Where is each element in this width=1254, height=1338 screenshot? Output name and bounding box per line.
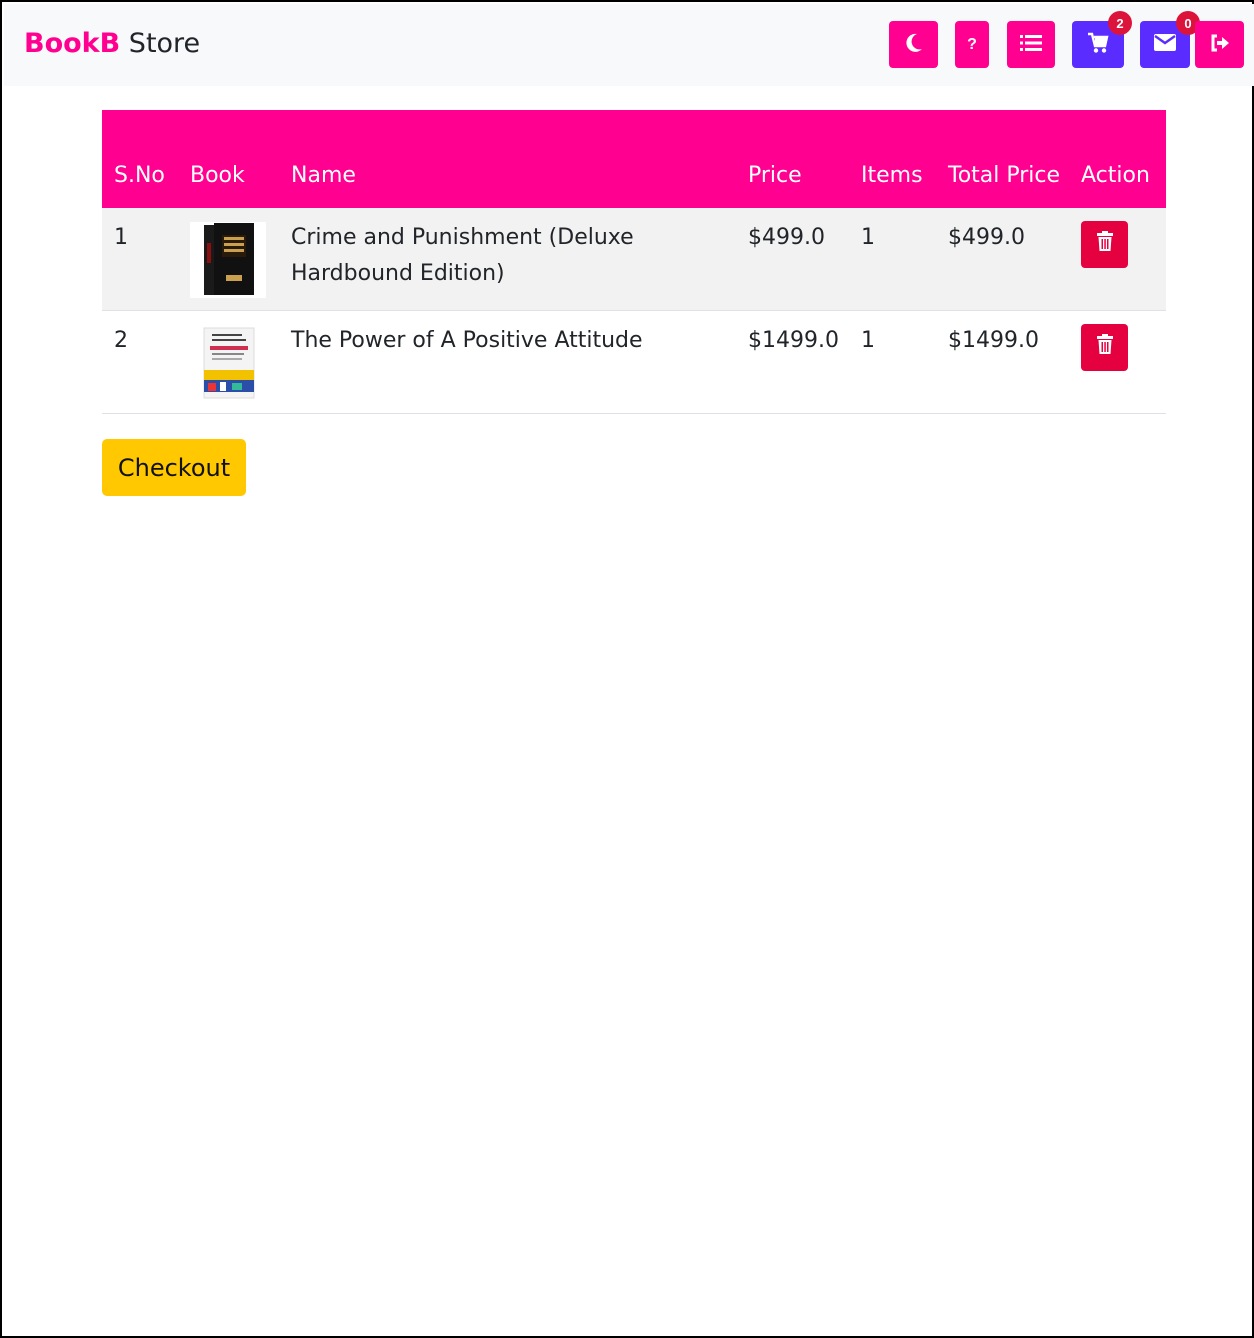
book-cover-image[interactable] (190, 325, 266, 401)
row-sno: 1 (114, 225, 128, 250)
envelope-icon (1154, 34, 1176, 55)
logout-button[interactable] (1195, 21, 1244, 68)
row-items: 1 (861, 225, 875, 250)
book-cover-image[interactable] (190, 222, 266, 298)
book-cell (178, 311, 279, 414)
header-book: Book (190, 163, 245, 188)
trash-icon (1096, 227, 1113, 263)
page-frame: BookB Store ? 2 0 S.No Book Name Price I… (0, 0, 1254, 1338)
book-cell (178, 208, 279, 311)
row-price: $1499.0 (748, 328, 839, 353)
header-name: Name (291, 163, 356, 188)
header-items: Items (861, 163, 923, 188)
action-cell (1069, 311, 1166, 414)
checkout-button[interactable]: Checkout (102, 439, 246, 496)
moon-icon (904, 32, 924, 58)
cart-count-badge: 2 (1108, 11, 1132, 35)
cart-icon (1087, 32, 1109, 58)
header-price: Price (748, 163, 802, 188)
row-price: $499.0 (748, 225, 825, 250)
table-row: 1 Crime and Punishment (Deluxe Hardbound… (102, 208, 1166, 311)
table-row: 2 The Power of A Positive Attitude $1499… (102, 310, 1166, 414)
trash-icon (1096, 330, 1113, 366)
brand-bold: BookB (24, 28, 121, 59)
header-action: Action (1081, 163, 1150, 188)
orders-list-button[interactable] (1007, 21, 1055, 68)
header-sno: S.No (114, 163, 165, 188)
messages-button[interactable]: 0 (1140, 11, 1200, 68)
delete-button[interactable] (1081, 221, 1128, 268)
list-icon (1020, 34, 1042, 56)
dark-mode-button[interactable] (889, 21, 938, 68)
row-total-price: $499.0 (948, 225, 1025, 250)
action-cell (1069, 208, 1166, 311)
row-items: 1 (861, 328, 875, 353)
question-icon: ? (967, 35, 977, 53)
table-header-row: S.No Book Name Price Items Total Price A… (102, 110, 1166, 208)
row-book-name: Crime and Punishment (Deluxe Hardbound E… (291, 225, 634, 286)
brand-logo[interactable]: BookB Store (24, 28, 200, 60)
sign-out-icon (1210, 34, 1230, 56)
delete-button[interactable] (1081, 324, 1128, 371)
cart-button[interactable]: 2 (1072, 11, 1132, 68)
cart-table-container: S.No Book Name Price Items Total Price A… (102, 110, 1166, 414)
brand-store: Store (120, 28, 201, 59)
row-sno: 2 (114, 328, 128, 353)
help-button[interactable]: ? (955, 21, 989, 68)
cart-table: S.No Book Name Price Items Total Price A… (102, 110, 1166, 414)
header-total-price: Total Price (948, 163, 1061, 188)
navbar: BookB Store ? 2 0 (4, 4, 1254, 86)
row-book-name: The Power of A Positive Attitude (291, 328, 643, 353)
row-total-price: $1499.0 (948, 328, 1039, 353)
